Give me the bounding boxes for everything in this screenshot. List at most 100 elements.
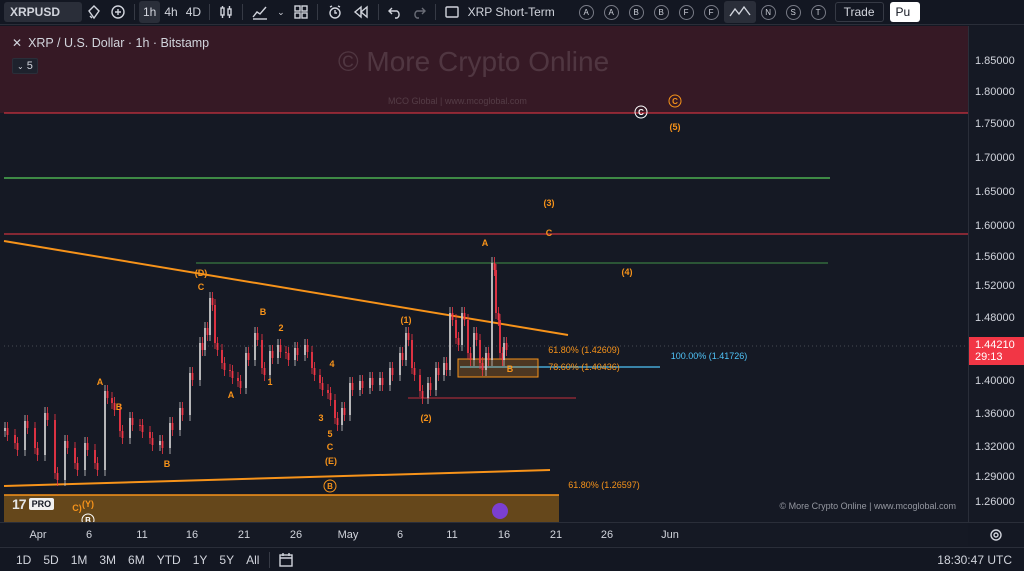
watermark-text: © More Crypto Online — [338, 46, 610, 77]
drawing-tool-t[interactable]: T — [810, 4, 826, 20]
time-label: 11 — [136, 529, 148, 541]
alert-icon[interactable] — [322, 1, 348, 23]
fib-786-label: 78.60% (1.40436) — [548, 362, 620, 372]
drawing-tool-n[interactable]: N — [760, 4, 776, 20]
fib-618-upper-label: 61.80% (1.42609) — [548, 345, 620, 355]
layout-name[interactable]: XRP Short-Term — [464, 1, 574, 23]
candle-body — [319, 375, 321, 383]
symbol-search-button[interactable]: XRPUSD — [4, 2, 82, 22]
candle-body — [141, 425, 144, 432]
templates-grid-icon[interactable] — [289, 1, 313, 23]
range-buttons: 1D 5D 1M 3M 6M YTD 1Y 5Y All — [10, 553, 265, 567]
candle-body — [503, 343, 505, 360]
trade-button[interactable]: Trade — [834, 2, 884, 22]
candle-body — [223, 363, 226, 370]
wave-label: C — [546, 228, 553, 238]
legend-title[interactable]: XRP / U.S. Dollar · 1h · Bitstamp — [28, 36, 209, 50]
candle-body — [34, 428, 36, 448]
fib-box — [457, 358, 539, 378]
time-label: Apr — [29, 529, 47, 541]
date-range-icon[interactable] — [274, 549, 298, 571]
circled-wave-label: C — [638, 108, 644, 117]
candle-body — [4, 428, 6, 431]
replay-icon[interactable] — [348, 1, 374, 23]
range-button-1d[interactable]: 1D — [10, 553, 37, 567]
range-button-3m[interactable]: 3M — [93, 553, 122, 567]
candle-body — [381, 378, 384, 385]
indicators-toggle[interactable]: ⌄ 5 — [12, 58, 38, 74]
candles-icon[interactable] — [214, 1, 238, 23]
candle-body — [36, 448, 39, 455]
tradingview-logo[interactable]: 17 PRO — [12, 494, 78, 514]
candle-body — [16, 443, 19, 450]
candle-body — [74, 448, 76, 463]
price-axis[interactable]: 1.85000 1.80000 1.75000 1.70000 1.65000 1.600… — [968, 26, 1024, 522]
undo-icon[interactable] — [383, 1, 407, 23]
layout-checkbox-icon[interactable] — [440, 1, 464, 23]
time-label: May — [337, 529, 359, 541]
price-label: 1.52000 — [975, 280, 1015, 292]
candle-body — [329, 393, 332, 400]
candle-body — [261, 340, 263, 368]
watchlist-icon[interactable] — [82, 1, 106, 23]
candle-body — [161, 441, 164, 448]
candle-body — [313, 368, 316, 375]
chevron-down-icon[interactable]: ⌄ — [273, 1, 289, 23]
range-button-5y[interactable]: 5Y — [213, 553, 240, 567]
wave-label: (Y) — [82, 499, 94, 509]
range-button-ytd[interactable]: YTD — [151, 553, 187, 567]
range-button-1y[interactable]: 1Y — [187, 553, 214, 567]
settings-gear-icon[interactable] — [968, 522, 1024, 546]
time-axis[interactable]: Apr 6 11 16 21 26 May 6 11 16 21 26 Jun — [0, 522, 968, 546]
candle-body — [279, 345, 282, 352]
time-label: 16 — [497, 529, 511, 541]
candle-body — [287, 353, 290, 360]
indicator-count: 5 — [26, 60, 33, 72]
candle-body — [389, 368, 391, 385]
event-marker-icon — [492, 503, 508, 519]
compare-add-icon[interactable] — [106, 1, 130, 23]
drawing-tool-f-2[interactable]: F — [703, 4, 719, 20]
indicators-icon[interactable] — [247, 1, 273, 23]
chart-pane[interactable]: (D) C B 2 1 A 4 3 5 C (E) B A B (1) (2) A C (3) (4) (5) B (Y) C… — [0, 26, 968, 522]
drawing-tool-a-1[interactable]: A — [578, 4, 594, 20]
candle-body — [437, 368, 440, 375]
candle-body — [427, 383, 429, 398]
candle-body — [269, 351, 271, 375]
candle-body — [231, 371, 234, 378]
divider — [134, 4, 135, 20]
candle-body — [254, 333, 256, 360]
range-button-5d[interactable]: 5D — [37, 553, 64, 567]
candle-body — [159, 441, 161, 445]
wave-label: 2 — [278, 323, 283, 333]
range-button-1m[interactable]: 1M — [65, 553, 94, 567]
collapse-icon[interactable]: ✕ — [12, 36, 22, 50]
wave-label: (E) — [325, 456, 337, 466]
time-label: 6 — [85, 529, 93, 541]
candle-body — [294, 348, 296, 360]
interval-4d[interactable]: 4D — [182, 1, 205, 23]
candle-body — [351, 383, 354, 390]
candle-body — [221, 350, 223, 363]
candle-body — [76, 463, 79, 470]
interval-4h[interactable]: 4h — [160, 1, 181, 23]
redo-icon[interactable] — [407, 1, 431, 23]
drawing-tool-b-2[interactable]: B — [653, 4, 669, 20]
wave-label: 5 — [327, 429, 332, 439]
candle-body — [104, 391, 106, 470]
range-button-all[interactable]: All — [240, 553, 265, 567]
current-price-tag: 1.44210 29:13 — [969, 337, 1024, 365]
clock[interactable]: 18:30:47 UTC — [937, 553, 1012, 567]
range-button-6m[interactable]: 6M — [122, 553, 151, 567]
candle-body — [399, 353, 401, 375]
candle-body — [191, 373, 194, 380]
interval-1h[interactable]: 1h — [139, 1, 161, 23]
candle-body — [56, 473, 59, 480]
publish-button[interactable]: Pu — [889, 2, 920, 22]
wave-tool-icon[interactable] — [723, 1, 756, 23]
drawing-tool-f-1[interactable]: F — [678, 4, 694, 20]
drawing-tool-a-2[interactable]: A — [603, 4, 619, 20]
drawing-tool-s[interactable]: S — [785, 4, 801, 20]
drawing-tool-b-1[interactable]: B — [628, 4, 644, 20]
candle-body — [449, 313, 451, 370]
